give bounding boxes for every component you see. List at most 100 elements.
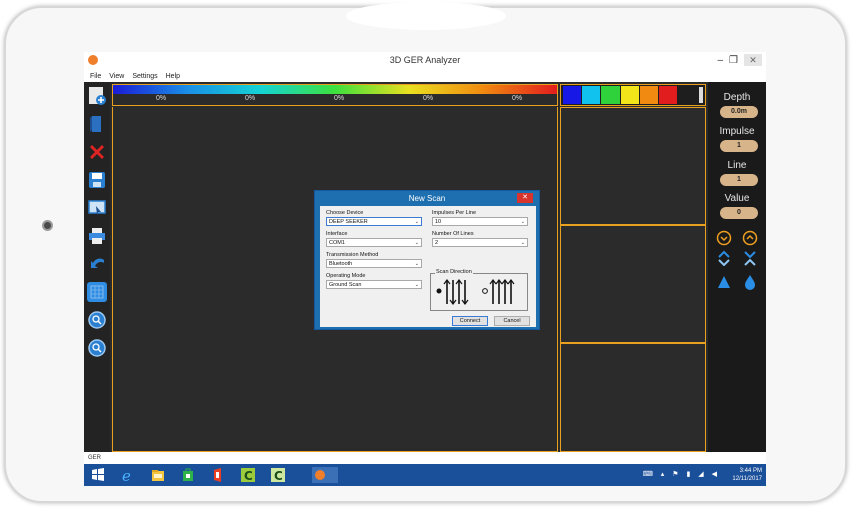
percent-label: 0% [334, 95, 345, 102]
chevron-down-icon: ⌄ [414, 240, 419, 246]
svg-text:C: C [274, 469, 283, 483]
clock[interactable]: 3:44 PM 12/11/2017 [732, 467, 762, 483]
water-drop-icon[interactable] [742, 274, 758, 290]
preview-pane-3[interactable] [560, 343, 706, 452]
dialog-close-button[interactable]: ✕ [517, 193, 533, 203]
print-icon[interactable] [87, 226, 107, 246]
taskbar: e C C ⌨ ▴ ⚑ ▮ ◢ ◀ 3:44 PM 12/11/2017 [84, 464, 766, 486]
swatch-scrollbar[interactable] [699, 87, 703, 103]
app-green-icon-2[interactable]: C [270, 467, 286, 483]
choose-device-label: Choose Device [326, 210, 364, 216]
interface-select[interactable]: COM1 ⌄ [326, 238, 422, 247]
impulses-select[interactable]: 10 ⌄ [432, 217, 528, 226]
scroll-up-circle-icon[interactable] [742, 230, 758, 246]
line-label: Line [727, 160, 747, 171]
triangle-up-icon[interactable] [716, 274, 732, 290]
swatch[interactable] [639, 86, 658, 104]
line-value: 1 [720, 174, 758, 186]
tablet-top-highlight [346, 2, 506, 30]
lines-value: 2 [435, 240, 439, 246]
interface-value: COM1 [329, 240, 345, 246]
delete-icon[interactable] [87, 142, 107, 162]
swatch[interactable] [582, 86, 601, 104]
menu-bar: File View Settings Help [84, 70, 766, 82]
preview-pane-2[interactable] [560, 225, 706, 343]
operating-mode-value: Ground Scan [329, 282, 362, 288]
svg-text:C: C [244, 469, 253, 483]
chevron-down-icon: ⌄ [520, 219, 525, 225]
screen-capture-icon[interactable] [87, 198, 107, 218]
svg-text:e: e [122, 467, 131, 483]
grid-view-icon[interactable] [87, 282, 107, 302]
color-scale-bar: 0% 0% 0% 0% 0% [112, 84, 558, 106]
camera-icon [42, 220, 53, 231]
menu-help[interactable]: Help [166, 73, 180, 80]
operating-mode-select[interactable]: Ground Scan ⌄ [326, 280, 422, 289]
windows-start-icon[interactable] [90, 467, 106, 483]
menu-settings[interactable]: Settings [132, 73, 157, 80]
menu-file[interactable]: File [90, 73, 101, 80]
clock-time: 3:44 PM [739, 468, 762, 474]
office-icon[interactable] [210, 467, 226, 483]
preview-pane-1[interactable] [560, 107, 706, 225]
internet-explorer-icon[interactable]: e [120, 467, 136, 483]
tablet-frame: 3D GER Analyzer – ❐ ✕ File View Settings… [4, 2, 847, 503]
chevron-down-icon: ⌄ [414, 261, 419, 267]
value-label: Value [724, 193, 750, 204]
dialog-body: Choose Device DEEP SEEKER ⌄ Interface CO… [320, 206, 536, 327]
swatch[interactable] [658, 86, 678, 104]
parallel-direction-option[interactable] [482, 279, 515, 304]
chevron-down-icon: ⌄ [414, 282, 419, 288]
collapse-vertical-icon[interactable] [742, 250, 758, 266]
transmission-select[interactable]: Bluetooth ⌄ [326, 259, 422, 268]
percent-label: 0% [423, 95, 434, 102]
ger-analyzer-taskbar-icon[interactable] [312, 467, 338, 483]
interface-label: Interface [326, 231, 348, 237]
swatch[interactable] [601, 86, 620, 104]
impulse-value: 1 [720, 140, 758, 152]
choose-device-value: DEEP SEEKER [329, 219, 368, 225]
window-title: 3D GER Analyzer [389, 55, 461, 65]
color-swatches [560, 84, 706, 106]
minimize-button[interactable]: – [717, 55, 723, 66]
lines-select[interactable]: 2 ⌄ [432, 238, 528, 247]
expand-vertical-icon[interactable] [716, 250, 732, 266]
store-icon[interactable] [180, 467, 196, 483]
app-green-icon[interactable]: C [240, 467, 256, 483]
chevron-down-icon: ⌄ [414, 219, 419, 225]
percent-label: 0% [512, 95, 523, 102]
value-value: 0 [720, 207, 758, 219]
operating-mode-label: Operating Mode [326, 273, 366, 279]
status-bar: GER [84, 452, 766, 464]
chevron-down-icon: ⌄ [520, 240, 525, 246]
impulse-label: Impulse [719, 126, 755, 137]
zoom-out-icon[interactable] [87, 338, 107, 358]
file-explorer-icon[interactable] [150, 467, 166, 483]
open-book-icon[interactable] [87, 114, 107, 134]
save-icon[interactable] [87, 170, 107, 190]
swatch[interactable] [620, 86, 639, 104]
new-scan-icon[interactable] [87, 86, 107, 106]
new-scan-dialog: New Scan ✕ Choose Device DEEP SEEKER ⌄ I… [314, 190, 540, 330]
scroll-down-circle-icon[interactable] [716, 230, 732, 246]
clock-date: 12/11/2017 [732, 476, 762, 482]
choose-device-select[interactable]: DEEP SEEKER ⌄ [326, 217, 422, 226]
zigzag-direction-option[interactable] [436, 279, 469, 305]
impulses-label: Impulses Per Line [432, 210, 477, 216]
menu-view[interactable]: View [109, 73, 124, 80]
readout-panel: Depth 0.0m Impulse 1 Line 1 Value 0 [708, 82, 766, 452]
zoom-in-icon[interactable] [87, 310, 107, 330]
title-bar: 3D GER Analyzer – ❐ ✕ [84, 52, 766, 70]
cancel-button[interactable]: Cancel [494, 316, 530, 326]
transmission-value: Bluetooth [329, 261, 353, 267]
close-button[interactable]: ✕ [744, 54, 762, 66]
restore-button[interactable]: ❐ [729, 55, 738, 66]
app-screen: 3D GER Analyzer – ❐ ✕ File View Settings… [84, 52, 766, 486]
connect-button[interactable]: Connect [452, 316, 488, 326]
scan-direction-label: Scan Direction [435, 269, 473, 275]
undo-arrow-icon[interactable] [87, 254, 107, 274]
scan-direction-options [436, 279, 515, 305]
preview-panes [560, 107, 706, 452]
swatch[interactable] [563, 86, 582, 104]
system-tray-icons[interactable]: ⌨ ▴ ⚑ ▮ ◢ ◀ [643, 470, 720, 478]
